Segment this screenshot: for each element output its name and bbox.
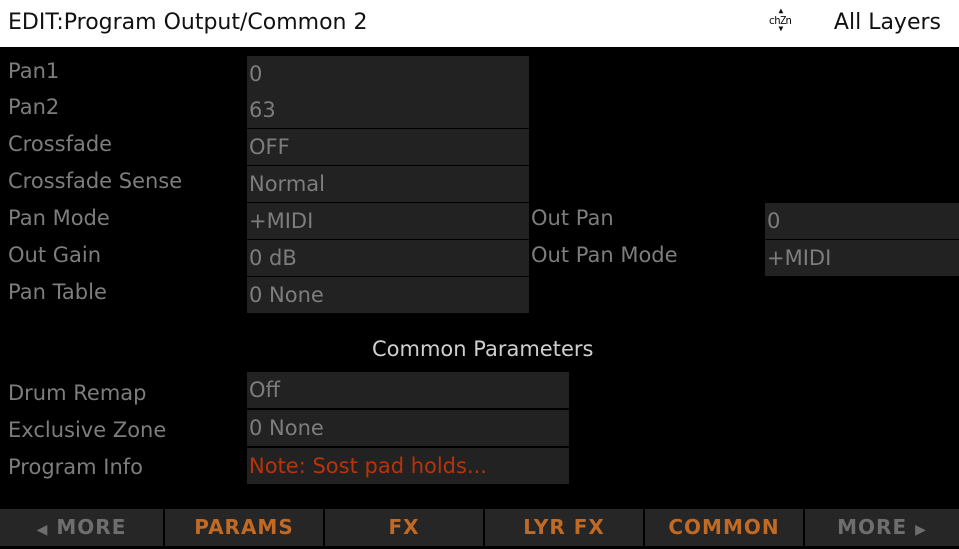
- arrow-right-icon: ▶: [915, 522, 927, 538]
- softbutton-label: MORE: [837, 515, 908, 539]
- softbutton-more-left[interactable]: ◀ MORE: [0, 509, 165, 546]
- arrow-up-icon: ▲: [778, 6, 784, 15]
- layer-selector[interactable]: All Layers: [834, 10, 941, 35]
- param-label-program-info: Program Info: [8, 455, 144, 479]
- param-label-crossfade-sense: Crossfade Sense: [8, 169, 183, 193]
- softbutton-fx[interactable]: FX: [325, 509, 485, 546]
- param-label-drum-remap: Drum Remap: [8, 381, 147, 405]
- softbutton-label: LYR FX: [523, 515, 605, 539]
- param-field-pan-mode[interactable]: +MIDI: [247, 203, 529, 239]
- param-label-pan-table: Pan Table: [8, 280, 107, 304]
- softbutton-params[interactable]: PARAMS: [165, 509, 325, 546]
- page-title: EDIT:Program Output/Common 2: [8, 10, 368, 35]
- param-label-crossfade: Crossfade: [8, 132, 113, 156]
- param-field-out-gain[interactable]: 0 dB: [247, 240, 529, 276]
- param-field-pan1[interactable]: 0: [247, 56, 529, 92]
- softbutton-bar: ◀ MORE PARAMS FX LYR FX COMMON MORE ▶: [0, 509, 959, 546]
- param-label-pan1: Pan1: [8, 59, 60, 83]
- channel-zone-icon[interactable]: ▲ chZn ▼: [769, 6, 793, 33]
- softbutton-common[interactable]: COMMON: [645, 509, 805, 546]
- param-label-out-pan-mode: Out Pan Mode: [531, 243, 678, 267]
- softbutton-more-right[interactable]: MORE ▶: [805, 509, 959, 546]
- param-field-pan-table[interactable]: 0 None: [247, 277, 529, 313]
- softbutton-lyr-fx[interactable]: LYR FX: [485, 509, 645, 546]
- softbutton-label: MORE: [56, 515, 127, 539]
- param-field-drum-remap[interactable]: Off: [247, 372, 569, 408]
- softbutton-label: COMMON: [668, 515, 780, 539]
- param-label-out-pan: Out Pan: [531, 206, 614, 230]
- param-field-out-pan-mode[interactable]: +MIDI: [765, 240, 959, 276]
- arrow-down-icon: ▼: [778, 24, 784, 33]
- param-field-program-info[interactable]: Note: Sost pad holds...: [247, 448, 569, 484]
- param-label-out-gain: Out Gain: [8, 243, 102, 267]
- arrow-left-icon: ◀: [36, 522, 49, 538]
- param-label-exclusive-zone: Exclusive Zone: [8, 418, 167, 442]
- param-label-pan-mode: Pan Mode: [8, 206, 110, 230]
- param-field-crossfade[interactable]: OFF: [247, 129, 529, 165]
- softbutton-label: PARAMS: [194, 515, 294, 539]
- param-label-pan2: Pan2: [8, 95, 60, 119]
- screen-header: EDIT:Program Output/Common 2 ▲ chZn ▼ Al…: [0, 0, 959, 50]
- param-field-crossfade-sense[interactable]: Normal: [247, 166, 529, 202]
- section-heading-text: Common Parameters: [372, 337, 594, 361]
- param-field-pan2[interactable]: 63: [247, 92, 529, 128]
- softbutton-label: FX: [388, 515, 420, 539]
- param-field-out-pan[interactable]: 0: [765, 203, 959, 239]
- param-field-exclusive-zone[interactable]: 0 None: [247, 410, 569, 446]
